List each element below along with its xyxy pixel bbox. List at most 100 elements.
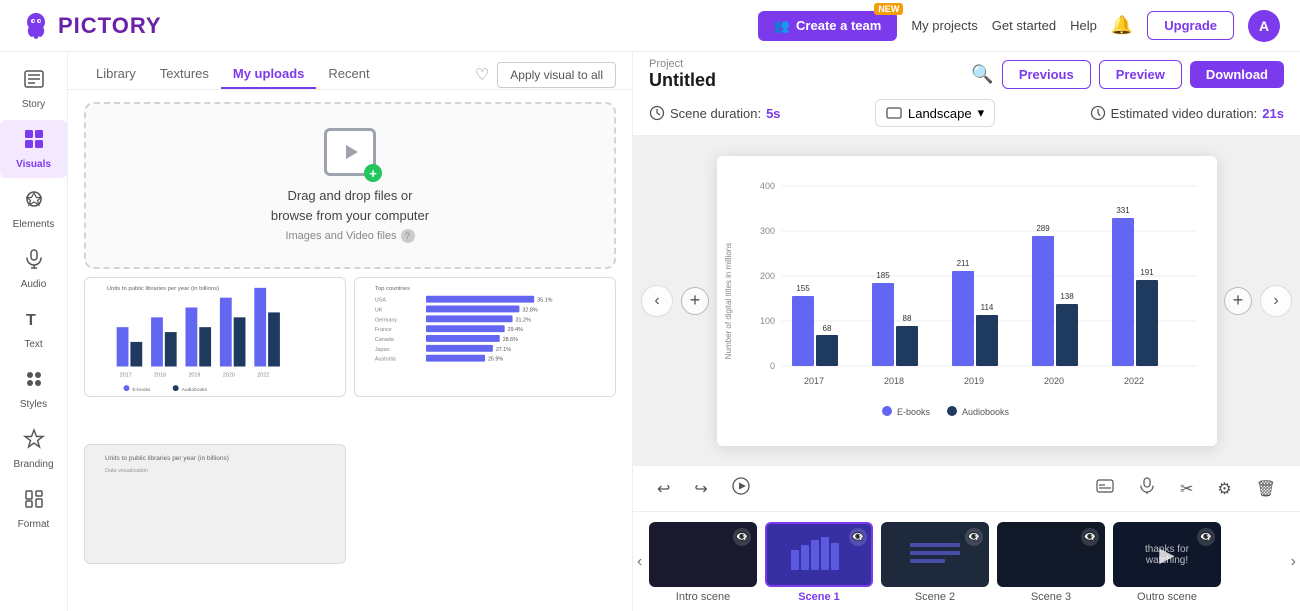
prev-scene-button[interactable]: ‹ (641, 285, 673, 317)
timeline: ‹ 👁‍🗨 Intro scene � (633, 511, 1300, 611)
search-icon-button[interactable]: 🔍 (971, 64, 993, 85)
caption-button[interactable] (1088, 472, 1122, 505)
svg-text:Units to public libraries per: Units to public libraries per year (in b… (107, 286, 219, 292)
svg-text:Germany: Germany (375, 317, 397, 323)
help-link[interactable]: Help (1070, 18, 1097, 33)
get-started-link[interactable]: Get started (992, 18, 1056, 33)
redo-button[interactable]: ↪ (686, 474, 715, 504)
upload-line2: browse from your computer (271, 208, 429, 223)
svg-text:200: 200 (759, 271, 774, 281)
clock-icon (649, 105, 665, 121)
sidebar-label-story: Story (22, 99, 45, 110)
elements-icon (23, 188, 45, 216)
scene-3-label: Scene 3 (1031, 591, 1071, 603)
notification-bell-icon[interactable]: 🔔 (1111, 15, 1133, 36)
svg-text:32.8%: 32.8% (522, 307, 537, 313)
scene-duration-label: Scene duration: (670, 106, 761, 121)
scene-2-overlay-icon: 👁‍🗨 (965, 528, 983, 546)
sidebar-item-text[interactable]: T Text (0, 300, 67, 358)
scene-thumb-1[interactable]: 👁‍🗨 Scene 1 (765, 522, 873, 603)
tabs-bar: Library Textures My uploads Recent ♡ App… (68, 52, 632, 90)
canvas-area: Project Untitled 🔍 Previous Preview Down… (633, 52, 1300, 611)
scene-thumb-2[interactable]: 👁‍🗨 Scene 2 (881, 522, 989, 603)
download-button[interactable]: Download (1190, 61, 1284, 88)
svg-text:289: 289 (1036, 224, 1050, 233)
svg-text:France: France (375, 327, 392, 333)
tab-recent[interactable]: Recent (316, 60, 381, 89)
create-team-button[interactable]: 👥 Create a team NEW (758, 11, 897, 41)
svg-text:2018: 2018 (883, 376, 903, 386)
branding-icon (23, 428, 45, 456)
sidebar-item-elements[interactable]: Elements (0, 180, 67, 238)
scene-thumb-intro[interactable]: 👁‍🗨 Intro scene (649, 522, 757, 603)
add-scene-right-button[interactable]: + (1224, 287, 1252, 315)
navbar-left: PICTORY (20, 10, 162, 42)
upload-dropzone[interactable]: + Drag and drop files or browse from you… (84, 102, 616, 269)
sidebar-item-branding[interactable]: Branding (0, 420, 67, 478)
svg-text:29.4%: 29.4% (508, 327, 523, 333)
add-scene-left-button[interactable]: + (681, 287, 709, 315)
sidebar-item-story[interactable]: Story (0, 60, 67, 118)
thumbnail-1[interactable]: Units to public libraries per year (in b… (84, 277, 346, 397)
sidebar-item-visuals[interactable]: Visuals (0, 120, 67, 178)
estimated-value: 21s (1262, 106, 1284, 121)
preview-button[interactable]: Preview (1099, 60, 1182, 89)
svg-text:Number of digital titles in mi: Number of digital titles in millions (724, 242, 733, 359)
sidebar-item-styles[interactable]: Styles (0, 360, 67, 418)
svg-text:31.2%: 31.2% (515, 317, 530, 323)
scene-1-label: Scene 1 (798, 591, 840, 603)
undo-button[interactable]: ↩ (649, 474, 678, 504)
timeline-next-button[interactable]: › (1291, 553, 1296, 571)
svg-text:300: 300 (759, 226, 774, 236)
scene-outro-play-icon: ▶ (1159, 542, 1174, 567)
left-panel: Library Textures My uploads Recent ♡ App… (68, 52, 633, 611)
scene-intro-overlay-icon: 👁‍🗨 (733, 528, 751, 546)
settings-button[interactable]: ⚙ (1209, 474, 1239, 504)
scene-2-image: 👁‍🗨 (881, 522, 989, 587)
svg-text:27.1%: 27.1% (496, 347, 511, 353)
svg-text:E-books: E-books (132, 387, 151, 393)
apply-visual-button[interactable]: Apply visual to all (497, 62, 616, 88)
project-info: Project Untitled (649, 58, 716, 91)
svg-text:331: 331 (1116, 206, 1130, 215)
favorite-heart-icon[interactable]: ♡ (475, 65, 489, 85)
my-projects-link[interactable]: My projects (911, 18, 977, 33)
svg-text:2020: 2020 (223, 372, 235, 378)
avatar[interactable]: A (1248, 10, 1280, 42)
svg-text:191: 191 (1140, 268, 1154, 277)
scene-thumb-outro[interactable]: thanks forwatching! 👁‍🗨 ▶ Outro scene (1113, 522, 1221, 603)
delete-button[interactable]: 🗑 (1248, 474, 1284, 504)
tab-textures[interactable]: Textures (148, 60, 221, 89)
project-title: Untitled (649, 70, 716, 91)
upgrade-button[interactable]: Upgrade (1147, 11, 1234, 40)
sidebar-label-text: Text (24, 339, 42, 350)
svg-text:Units to public libraries per: Units to public libraries per year (in b… (105, 455, 229, 462)
tab-my-uploads[interactable]: My uploads (221, 60, 317, 89)
create-team-label: Create a team (796, 18, 881, 33)
svg-text:100: 100 (759, 316, 774, 326)
scene-duration-value: 5s (766, 106, 780, 121)
svg-text:2022: 2022 (1123, 376, 1143, 386)
next-scene-button[interactable]: › (1260, 285, 1292, 317)
tab-library[interactable]: Library (84, 60, 148, 89)
sidebar-item-audio[interactable]: Audio (0, 240, 67, 298)
project-actions: 🔍 Previous Preview Download (971, 60, 1284, 89)
scene-outro-image: thanks forwatching! 👁‍🗨 ▶ (1113, 522, 1221, 587)
format-icon (23, 488, 45, 516)
scene-intro-label: Intro scene (676, 591, 730, 603)
scissors-button[interactable]: ✂ (1172, 474, 1201, 504)
logo-text: PICTORY (58, 13, 162, 39)
scene-thumb-3[interactable]: 👁‍🗨 Scene 3 (997, 522, 1105, 603)
thumbnail-3[interactable]: Units to public libraries per year (in b… (84, 444, 346, 564)
svg-text:138: 138 (1060, 292, 1074, 301)
sidebar-item-format[interactable]: Format (0, 480, 67, 538)
thumbnail-2[interactable]: Top countries USA UK Germany France Cana… (354, 277, 616, 397)
orientation-selector[interactable]: Landscape ▾ (875, 99, 995, 127)
svg-text:2017: 2017 (803, 376, 823, 386)
svg-text:Australia: Australia (375, 357, 396, 363)
play-button[interactable] (724, 472, 758, 505)
microphone-button[interactable] (1130, 472, 1164, 505)
svg-text:211: 211 (956, 259, 969, 268)
previous-button[interactable]: Previous (1002, 60, 1091, 89)
timeline-prev-button[interactable]: ‹ (637, 553, 642, 571)
